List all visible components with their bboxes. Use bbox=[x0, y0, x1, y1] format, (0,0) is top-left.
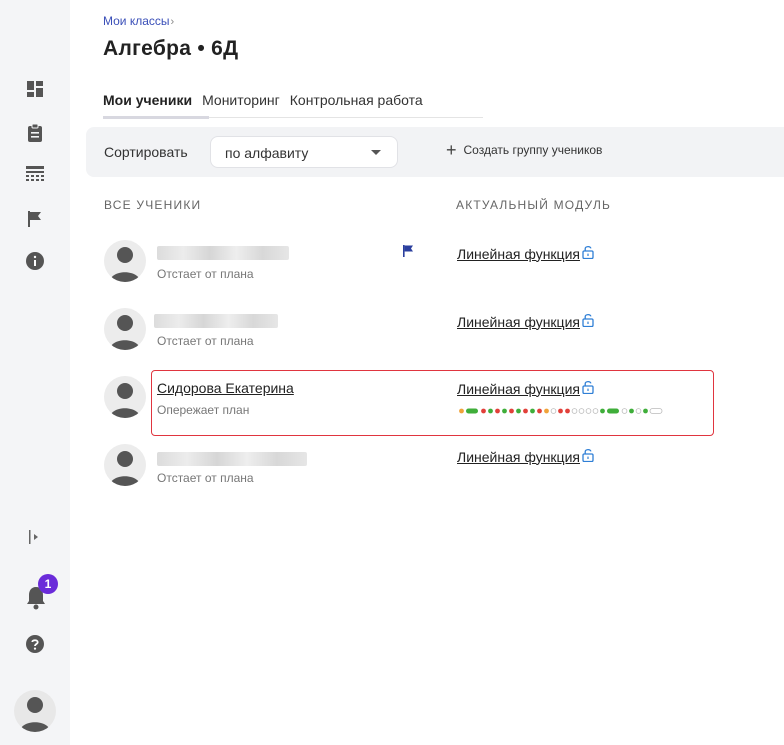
sort-label: Сортировать bbox=[104, 144, 188, 160]
student-avatar bbox=[104, 376, 146, 418]
tab-test[interactable]: Контрольная работа bbox=[290, 92, 423, 118]
gradebook-icon[interactable] bbox=[26, 165, 44, 183]
tab-monitoring[interactable]: Мониторинг bbox=[202, 92, 280, 118]
student-name-hidden[interactable] bbox=[157, 452, 307, 466]
student-name-hidden[interactable] bbox=[157, 246, 289, 260]
tab-my-students[interactable]: Мои ученики bbox=[103, 92, 192, 118]
module-label: Линейная функция bbox=[457, 245, 580, 262]
module-label: Линейная функция bbox=[457, 313, 580, 330]
student-status: Отстает от плана bbox=[157, 267, 254, 281]
flag-icon[interactable] bbox=[403, 244, 414, 262]
toolbar: Сортировать по алфавиту + Создать группу… bbox=[86, 127, 784, 177]
unlocked-icon bbox=[582, 448, 594, 465]
sort-select-value: по алфавиту bbox=[225, 145, 309, 161]
column-header-module: АКТУАЛЬНЫЙ МОДУЛЬ bbox=[456, 198, 612, 212]
student-status: Отстает от плана bbox=[157, 471, 254, 485]
breadcrumb-separator: › bbox=[170, 16, 175, 28]
active-tab-indicator bbox=[103, 116, 209, 119]
module-label: Линейная функция bbox=[457, 448, 580, 465]
help-icon[interactable] bbox=[26, 635, 44, 653]
dashboard-icon[interactable] bbox=[26, 80, 44, 98]
plus-icon: + bbox=[446, 140, 457, 160]
page-title: Алгебра • 6Д bbox=[103, 37, 239, 60]
create-group-button[interactable]: + Создать группу учеников bbox=[446, 140, 603, 160]
module-link[interactable]: Линейная функция bbox=[457, 313, 594, 330]
chevron-down-icon bbox=[371, 150, 381, 155]
module-link[interactable]: Линейная функция bbox=[457, 448, 594, 465]
student-status: Отстает от плана bbox=[157, 334, 254, 348]
student-name-hidden[interactable] bbox=[154, 314, 278, 328]
left-rail: 1 bbox=[0, 0, 70, 745]
notification-badge: 1 bbox=[38, 574, 58, 594]
student-avatar bbox=[104, 444, 146, 486]
student-avatar bbox=[104, 308, 146, 350]
sort-select[interactable]: по алфавиту bbox=[210, 136, 398, 168]
unlocked-icon bbox=[582, 245, 594, 262]
breadcrumb-link-my-classes[interactable]: Мои классы bbox=[103, 14, 170, 28]
tabs: Мои ученики Мониторинг Контрольная работ… bbox=[103, 92, 433, 118]
module-link[interactable]: Линейная функция bbox=[457, 245, 594, 262]
clipboard-icon[interactable] bbox=[26, 124, 44, 142]
expand-sidebar-icon[interactable] bbox=[26, 528, 44, 546]
create-group-label: Создать группу учеников bbox=[463, 143, 603, 157]
breadcrumb: Мои классы› bbox=[103, 14, 174, 28]
column-header-students: ВСЕ УЧЕНИКИ bbox=[104, 198, 202, 212]
student-avatar bbox=[104, 240, 146, 282]
flag-icon[interactable] bbox=[26, 210, 44, 228]
highlight-box bbox=[151, 370, 714, 436]
unlocked-icon bbox=[582, 313, 594, 330]
user-avatar[interactable] bbox=[14, 690, 56, 732]
info-icon[interactable] bbox=[26, 252, 44, 270]
